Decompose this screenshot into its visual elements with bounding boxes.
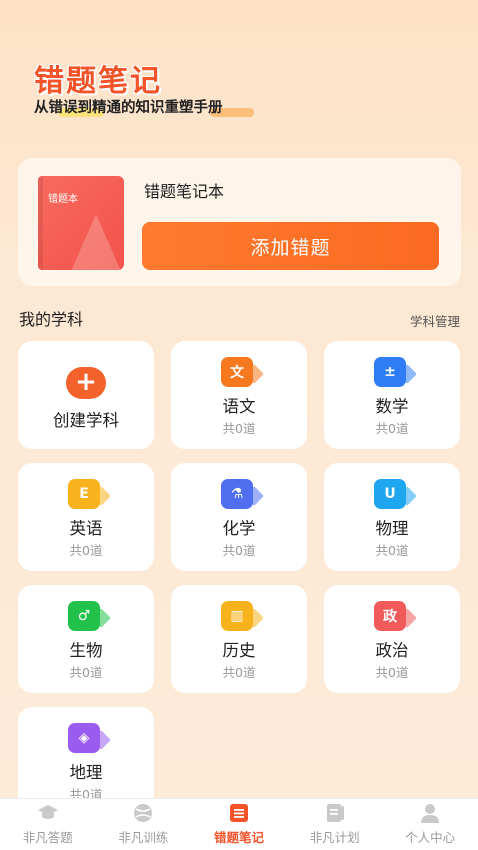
ball-icon [132, 803, 154, 823]
notebook-cover[interactable]: 错题本 [38, 176, 124, 270]
tab-bar: 非凡答题 非凡训练 错题笔记 非凡计划 个人中心 [0, 798, 478, 850]
add-mistake-button[interactable]: 添加错题 [142, 222, 439, 270]
tab-person[interactable]: 个人中心 [382, 799, 478, 850]
subject-name: 化学 [222, 519, 256, 538]
graduation-cap-icon [37, 803, 59, 823]
icon-glyph: U [374, 479, 406, 509]
subject-tile[interactable]: E 英语共0道 [18, 463, 154, 571]
notebook-cover-decoration [68, 214, 124, 270]
subject-count: 共0道 [375, 665, 409, 680]
subject-name: 物理 [375, 519, 409, 538]
subtitle-wrap: 从错误到精通的知识重塑手册 [34, 96, 254, 120]
subject-count: 共0道 [375, 543, 409, 558]
page-subtitle: 从错误到精通的知识重塑手册 [34, 100, 223, 116]
subject-count: 共0道 [222, 665, 256, 680]
subject-tile[interactable]: U 物理共0道 [324, 463, 460, 571]
notebook-name: 错题笔记本 [144, 182, 225, 201]
subject-name: 生物 [69, 641, 103, 660]
tab-graduation-cap[interactable]: 非凡答题 [0, 799, 96, 850]
notebook-icon [228, 803, 250, 823]
subject-name: 地理 [69, 763, 103, 782]
subject-count: 共0道 [69, 543, 103, 558]
history-icon: ▥ [221, 601, 264, 633]
chinese-icon: 文 [221, 357, 264, 389]
subject-tile[interactable]: 政政治共0道 [324, 585, 460, 693]
icon-glyph: 政 [374, 601, 406, 631]
tab-label: 非凡训练 [118, 830, 169, 845]
politics-icon: 政 [374, 601, 417, 633]
tab-label: 非凡计划 [309, 830, 360, 845]
subject-tile[interactable]: 文语文共0道 [171, 341, 307, 449]
plus-icon: + [66, 367, 106, 399]
page-title: 错题笔记 [34, 64, 162, 99]
subject-name: 历史 [222, 641, 256, 660]
subject-count: 共0道 [69, 665, 103, 680]
subject-count: 共0道 [375, 421, 409, 436]
biology-icon: ♂ [68, 601, 111, 633]
subject-name: 语文 [222, 397, 256, 416]
subject-name: 政治 [375, 641, 409, 660]
icon-glyph: ⚗ [221, 479, 253, 509]
tab-notebook[interactable]: 错题笔记 [191, 799, 287, 850]
math-icon: ± [374, 357, 417, 389]
manage-subjects-link[interactable]: 学科管理 [410, 311, 460, 330]
header: 错题笔记 从错误到精通的知识重塑手册 [28, 52, 328, 122]
create-subject-label: 创建学科 [53, 411, 119, 430]
icon-glyph: ▥ [221, 601, 253, 631]
subject-name: 数学 [375, 397, 409, 416]
subject-tile[interactable]: ± 数学共0道 [324, 341, 460, 449]
icon-glyph: ± [374, 357, 406, 387]
icon-glyph: ♂ [68, 601, 100, 631]
notebook-card: 错题本 错题笔记本 添加错题 [18, 158, 461, 286]
plan-book-icon [324, 803, 346, 823]
tab-label: 非凡答题 [22, 830, 73, 845]
subject-count: 共0道 [222, 421, 256, 436]
chemistry-icon: ⚗ [221, 479, 264, 511]
subject-name: 英语 [69, 519, 103, 538]
english-icon: E [68, 479, 111, 511]
icon-glyph: ◈ [68, 723, 100, 753]
geography-icon: ◈ [68, 723, 111, 755]
subject-tile[interactable]: ⚗ 化学共0道 [171, 463, 307, 571]
tab-ball[interactable]: 非凡训练 [96, 799, 192, 850]
tab-label: 个人中心 [405, 830, 456, 845]
physics-icon: U [374, 479, 417, 511]
person-icon [419, 803, 441, 823]
icon-glyph: E [68, 479, 100, 509]
create-subject-tile[interactable]: + 创建学科 [18, 341, 154, 449]
subject-tile[interactable]: ♂ 生物共0道 [18, 585, 154, 693]
section-title: 我的学科 [19, 310, 84, 329]
subject-count: 共0道 [222, 543, 256, 558]
subject-tile[interactable]: ▥ 历史共0道 [171, 585, 307, 693]
tab-label: 错题笔记 [213, 830, 264, 845]
tab-plan-book[interactable]: 非凡计划 [287, 799, 383, 850]
notebook-cover-label: 错题本 [48, 194, 78, 205]
icon-glyph: 文 [221, 357, 253, 387]
